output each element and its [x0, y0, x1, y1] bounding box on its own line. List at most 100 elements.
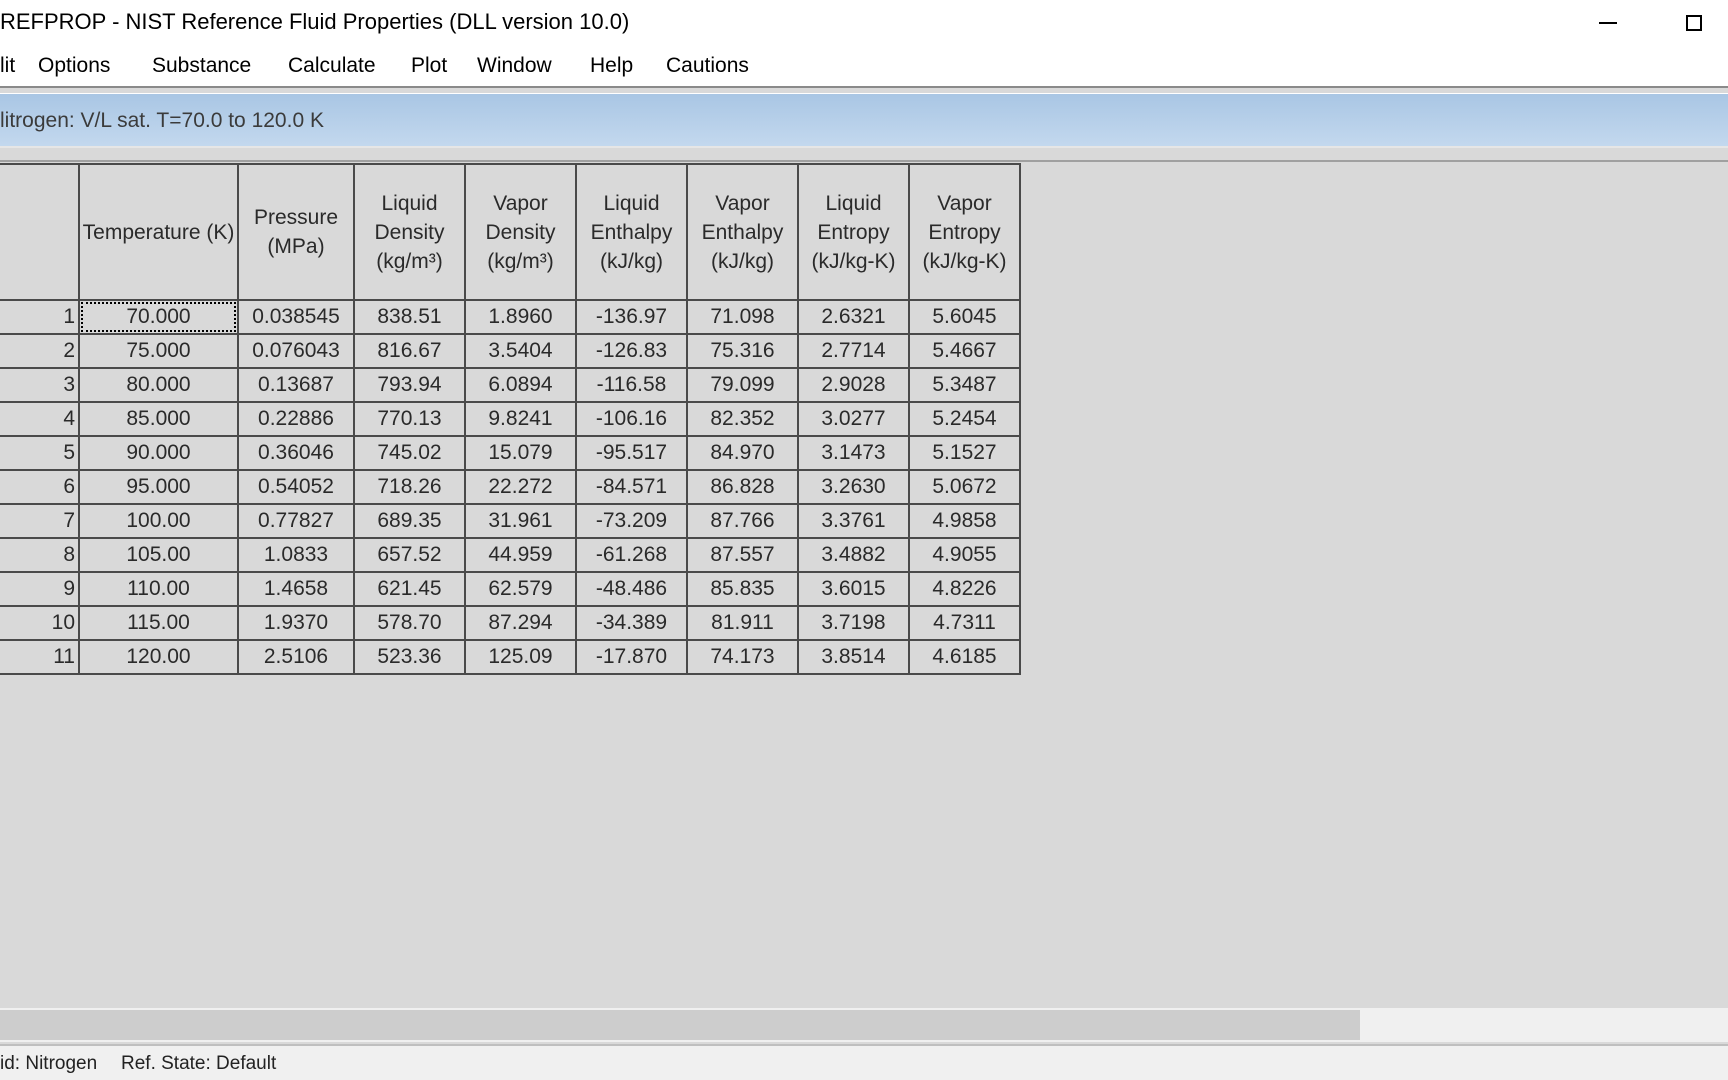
- menu-cautions[interactable]: Cautions: [666, 54, 749, 78]
- table-cell[interactable]: 838.51: [353, 299, 466, 335]
- column-header[interactable]: Liquid Entropy (kJ/kg-K): [797, 163, 910, 301]
- table-cell[interactable]: 85.835: [686, 571, 799, 607]
- table-cell[interactable]: 3.6015: [797, 571, 910, 607]
- table-cell[interactable]: 70.000: [78, 299, 239, 335]
- table-cell[interactable]: 2.6321: [797, 299, 910, 335]
- table-cell[interactable]: -48.486: [575, 571, 688, 607]
- table-cell[interactable]: 79.099: [686, 367, 799, 403]
- table-cell[interactable]: 74.173: [686, 639, 799, 675]
- table-cell[interactable]: 4.8226: [908, 571, 1021, 607]
- menu-substance[interactable]: Substance: [152, 54, 251, 78]
- row-number-cell[interactable]: 5: [0, 435, 80, 471]
- table-cell[interactable]: 4.9055: [908, 537, 1021, 573]
- table-cell[interactable]: -84.571: [575, 469, 688, 505]
- menu-window[interactable]: Window: [477, 54, 552, 78]
- row-number-cell[interactable]: 4: [0, 401, 80, 437]
- horizontal-scrollbar-thumb[interactable]: [0, 1010, 1360, 1040]
- table-cell[interactable]: 5.3487: [908, 367, 1021, 403]
- row-number-cell[interactable]: 3: [0, 367, 80, 403]
- table-cell[interactable]: 816.67: [353, 333, 466, 369]
- table-cell[interactable]: -136.97: [575, 299, 688, 335]
- table-cell[interactable]: 2.7714: [797, 333, 910, 369]
- menu-help[interactable]: Help: [590, 54, 633, 78]
- table-cell[interactable]: 4.6185: [908, 639, 1021, 675]
- table-cell[interactable]: 80.000: [78, 367, 239, 403]
- table-cell[interactable]: 0.13687: [237, 367, 355, 403]
- table-cell[interactable]: 3.7198: [797, 605, 910, 641]
- table-cell[interactable]: 1.8960: [464, 299, 577, 335]
- table-cell[interactable]: 84.970: [686, 435, 799, 471]
- table-cell[interactable]: -17.870: [575, 639, 688, 675]
- table-cell[interactable]: 3.8514: [797, 639, 910, 675]
- table-cell[interactable]: 5.4667: [908, 333, 1021, 369]
- column-header[interactable]: Vapor Enthalpy (kJ/kg): [686, 163, 799, 301]
- row-number-cell[interactable]: 7: [0, 503, 80, 539]
- table-cell[interactable]: 81.911: [686, 605, 799, 641]
- table-cell[interactable]: 0.36046: [237, 435, 355, 471]
- table-cell[interactable]: -73.209: [575, 503, 688, 539]
- table-cell[interactable]: 578.70: [353, 605, 466, 641]
- table-cell[interactable]: 110.00: [78, 571, 239, 607]
- table-cell[interactable]: 1.9370: [237, 605, 355, 641]
- column-header[interactable]: Temperature (K): [78, 163, 239, 301]
- table-cell[interactable]: -34.389: [575, 605, 688, 641]
- table-cell[interactable]: 3.3761: [797, 503, 910, 539]
- table-cell[interactable]: -116.58: [575, 367, 688, 403]
- table-cell[interactable]: 523.36: [353, 639, 466, 675]
- table-cell[interactable]: 5.1527: [908, 435, 1021, 471]
- row-number-cell[interactable]: 9: [0, 571, 80, 607]
- table-cell[interactable]: 689.35: [353, 503, 466, 539]
- table-cell[interactable]: 621.45: [353, 571, 466, 607]
- table-cell[interactable]: 3.0277: [797, 401, 910, 437]
- table-cell[interactable]: 793.94: [353, 367, 466, 403]
- table-cell[interactable]: 657.52: [353, 537, 466, 573]
- table-cell[interactable]: 745.02: [353, 435, 466, 471]
- table-cell[interactable]: 0.038545: [237, 299, 355, 335]
- table-cell[interactable]: 2.5106: [237, 639, 355, 675]
- table-cell[interactable]: 44.959: [464, 537, 577, 573]
- menu-options[interactable]: Options: [38, 54, 110, 78]
- row-number-cell[interactable]: 6: [0, 469, 80, 505]
- row-number-cell[interactable]: 11: [0, 639, 80, 675]
- row-number-cell[interactable]: 2: [0, 333, 80, 369]
- column-header[interactable]: Vapor Entropy (kJ/kg-K): [908, 163, 1021, 301]
- table-cell[interactable]: 87.557: [686, 537, 799, 573]
- table-cell[interactable]: 9.8241: [464, 401, 577, 437]
- table-cell[interactable]: 75.000: [78, 333, 239, 369]
- table-cell[interactable]: -95.517: [575, 435, 688, 471]
- table-cell[interactable]: 1.4658: [237, 571, 355, 607]
- table-cell[interactable]: 6.0894: [464, 367, 577, 403]
- table-cell[interactable]: 3.5404: [464, 333, 577, 369]
- table-cell[interactable]: 2.9028: [797, 367, 910, 403]
- table-cell[interactable]: 0.54052: [237, 469, 355, 505]
- table-cell[interactable]: 1.0833: [237, 537, 355, 573]
- column-header[interactable]: Liquid Density (kg/m³): [353, 163, 466, 301]
- child-window-caption[interactable]: litrogen: V/L sat. T=70.0 to 120.0 K: [0, 94, 1728, 148]
- table-cell[interactable]: 3.2630: [797, 469, 910, 505]
- table-cell[interactable]: 125.09: [464, 639, 577, 675]
- horizontal-scrollbar[interactable]: [0, 1008, 1728, 1042]
- row-number-cell[interactable]: 1: [0, 299, 80, 335]
- column-header[interactable]: Liquid Enthalpy (kJ/kg): [575, 163, 688, 301]
- table-cell[interactable]: 718.26: [353, 469, 466, 505]
- column-header[interactable]: Vapor Density (kg/m³): [464, 163, 577, 301]
- table-cell[interactable]: 770.13: [353, 401, 466, 437]
- row-number-cell[interactable]: 8: [0, 537, 80, 573]
- table-cell[interactable]: 0.076043: [237, 333, 355, 369]
- table-cell[interactable]: 85.000: [78, 401, 239, 437]
- table-cell[interactable]: -61.268: [575, 537, 688, 573]
- table-cell[interactable]: 87.766: [686, 503, 799, 539]
- table-cell[interactable]: 5.6045: [908, 299, 1021, 335]
- table-cell[interactable]: 90.000: [78, 435, 239, 471]
- table-cell[interactable]: -126.83: [575, 333, 688, 369]
- menu-edit[interactable]: lit: [0, 54, 15, 78]
- table-cell[interactable]: 3.4882: [797, 537, 910, 573]
- menu-plot[interactable]: Plot: [411, 54, 447, 78]
- table-cell[interactable]: 0.77827: [237, 503, 355, 539]
- table-cell[interactable]: 86.828: [686, 469, 799, 505]
- table-cell[interactable]: 31.961: [464, 503, 577, 539]
- minimize-button[interactable]: [1578, 0, 1638, 46]
- table-cell[interactable]: 0.22886: [237, 401, 355, 437]
- table-cell[interactable]: -106.16: [575, 401, 688, 437]
- maximize-button[interactable]: [1664, 0, 1724, 46]
